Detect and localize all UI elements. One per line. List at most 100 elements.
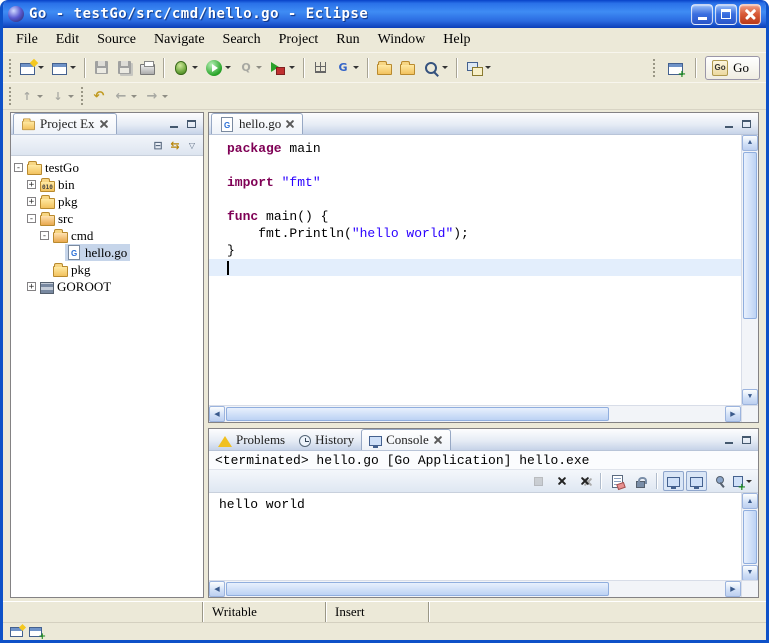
code-line[interactable]: fmt.Println("hello world");: [209, 225, 741, 242]
close-tab-icon[interactable]: [285, 119, 295, 129]
console-output[interactable]: hello world: [209, 493, 741, 580]
minimize-view-button[interactable]: [166, 117, 181, 131]
vertical-scrollbar[interactable]: ▲ ▼: [741, 135, 758, 405]
menu-item-window[interactable]: Window: [369, 30, 435, 50]
previous-annotation-button[interactable]: ↑: [16, 84, 47, 108]
synchronize-button[interactable]: [462, 56, 495, 80]
go-perspective-button[interactable]: Go Go: [705, 56, 760, 80]
expander-icon[interactable]: -: [40, 231, 49, 240]
menu-item-navigate[interactable]: Navigate: [145, 30, 214, 50]
tree-item-src[interactable]: - src: [27, 210, 203, 227]
scroll-left-button[interactable]: ◀: [209, 581, 225, 597]
horizontal-scrollbar[interactable]: ◀ ▶: [209, 581, 741, 597]
new-go-package-button[interactable]: [309, 56, 332, 80]
scrollbar-thumb[interactable]: [743, 152, 757, 319]
tree-item-goroot[interactable]: + GOROOT: [27, 278, 203, 295]
maximize-button[interactable]: [715, 4, 737, 25]
vertical-scrollbar[interactable]: ▲ ▼: [741, 493, 758, 580]
maximize-view-button[interactable]: [184, 117, 199, 131]
expander-icon[interactable]: -: [14, 163, 23, 172]
tab-problems[interactable]: Problems: [211, 429, 292, 450]
close-tab-icon[interactable]: [433, 435, 443, 445]
scrollbar-track[interactable]: [610, 581, 725, 597]
show-stdout-button[interactable]: [663, 471, 684, 491]
scrollbar-thumb[interactable]: [226, 582, 609, 596]
menu-item-run[interactable]: Run: [327, 30, 368, 50]
save-all-button[interactable]: [113, 56, 136, 80]
menu-item-help[interactable]: Help: [434, 30, 479, 50]
tab-project-explorer[interactable]: Project Ex: [13, 113, 117, 134]
back-button[interactable]: ←: [110, 84, 141, 108]
show-stderr-button[interactable]: [686, 471, 707, 491]
menu-item-search[interactable]: Search: [214, 30, 270, 50]
new-go-element-button[interactable]: G: [332, 56, 363, 80]
terminate-button[interactable]: [528, 471, 549, 491]
scroll-up-button[interactable]: ▲: [742, 493, 758, 509]
scrollbar-track[interactable]: [610, 406, 725, 422]
last-edit-location-button[interactable]: ↶: [88, 84, 110, 108]
scroll-down-button[interactable]: ▼: [742, 389, 758, 405]
pin-console-button[interactable]: [709, 471, 730, 491]
minimize-button[interactable]: [691, 4, 713, 25]
link-with-editor-button[interactable]: ⇆: [168, 138, 182, 153]
tree-item-pkg[interactable]: + pkg: [27, 193, 203, 210]
save-button[interactable]: [90, 56, 113, 80]
code-line[interactable]: }: [209, 242, 741, 259]
menu-item-edit[interactable]: Edit: [47, 30, 88, 50]
code-editor[interactable]: package main import "fmt" func main() { …: [209, 135, 741, 405]
toolbar-grip[interactable]: [8, 58, 12, 78]
print-button[interactable]: [136, 56, 159, 80]
current-code-line[interactable]: [209, 259, 741, 276]
code-line[interactable]: [209, 157, 741, 174]
code-line[interactable]: func main() {: [209, 208, 741, 225]
tab-hello-go[interactable]: G hello.go: [211, 113, 303, 134]
open-perspective-button[interactable]: [664, 56, 687, 80]
tree-item-src-pkg[interactable]: pkg: [40, 261, 203, 278]
new-wizard-trim-button[interactable]: [29, 627, 42, 637]
view-menu-button[interactable]: ▽: [185, 138, 199, 153]
scroll-left-button[interactable]: ◀: [209, 406, 225, 422]
menu-item-file[interactable]: File: [7, 30, 47, 50]
open-resource-button[interactable]: [373, 56, 396, 80]
new-wizard-button[interactable]: [16, 56, 48, 80]
scroll-lock-button[interactable]: [630, 471, 651, 491]
open-type-button[interactable]: [396, 56, 419, 80]
scrollbar-thumb[interactable]: [743, 510, 757, 564]
forward-button[interactable]: →: [141, 84, 172, 108]
expander-icon[interactable]: +: [27, 180, 36, 189]
scroll-right-button[interactable]: ▶: [725, 406, 741, 422]
toolbar-grip[interactable]: [8, 86, 12, 106]
tree-item-bin[interactable]: + 010bin: [27, 176, 203, 193]
window-titlebar[interactable]: Go - testGo/src/cmd/hello.go - Eclipse: [3, 0, 766, 28]
menu-item-source[interactable]: Source: [88, 30, 145, 50]
toolbar-grip[interactable]: [80, 86, 84, 106]
external-tools-button[interactable]: [266, 56, 299, 80]
scroll-down-button[interactable]: ▼: [742, 565, 758, 581]
tree-item-hello-go[interactable]: Ghello.go: [53, 244, 203, 261]
menu-item-project[interactable]: Project: [270, 30, 328, 50]
next-annotation-button[interactable]: ↓: [47, 84, 78, 108]
horizontal-scrollbar[interactable]: ◀ ▶: [209, 406, 741, 422]
run-button[interactable]: [202, 56, 235, 80]
maximize-view-button[interactable]: [739, 117, 754, 131]
open-console-button[interactable]: [732, 471, 753, 491]
tree-item-testgo[interactable]: - testGo: [14, 159, 203, 176]
debug-button[interactable]: [169, 56, 202, 80]
close-view-icon[interactable]: [99, 119, 109, 129]
minimize-view-button[interactable]: [721, 117, 736, 131]
toolbar-grip[interactable]: [652, 58, 656, 78]
new-menu-button[interactable]: [48, 56, 80, 80]
scrollbar-track[interactable]: [742, 320, 758, 389]
tree-item-cmd[interactable]: - cmd: [40, 227, 203, 244]
collapse-all-button[interactable]: ⊟: [151, 138, 165, 153]
expander-icon[interactable]: +: [27, 282, 36, 291]
clear-console-button[interactable]: [607, 471, 628, 491]
search-button[interactable]: [419, 56, 452, 80]
code-line[interactable]: [209, 191, 741, 208]
fast-view-button[interactable]: [10, 627, 23, 637]
scroll-right-button[interactable]: ▶: [725, 581, 741, 597]
code-line[interactable]: package main: [209, 140, 741, 157]
scrollbar-thumb[interactable]: [226, 407, 609, 421]
expander-icon[interactable]: +: [27, 197, 36, 206]
close-button[interactable]: [739, 4, 761, 25]
